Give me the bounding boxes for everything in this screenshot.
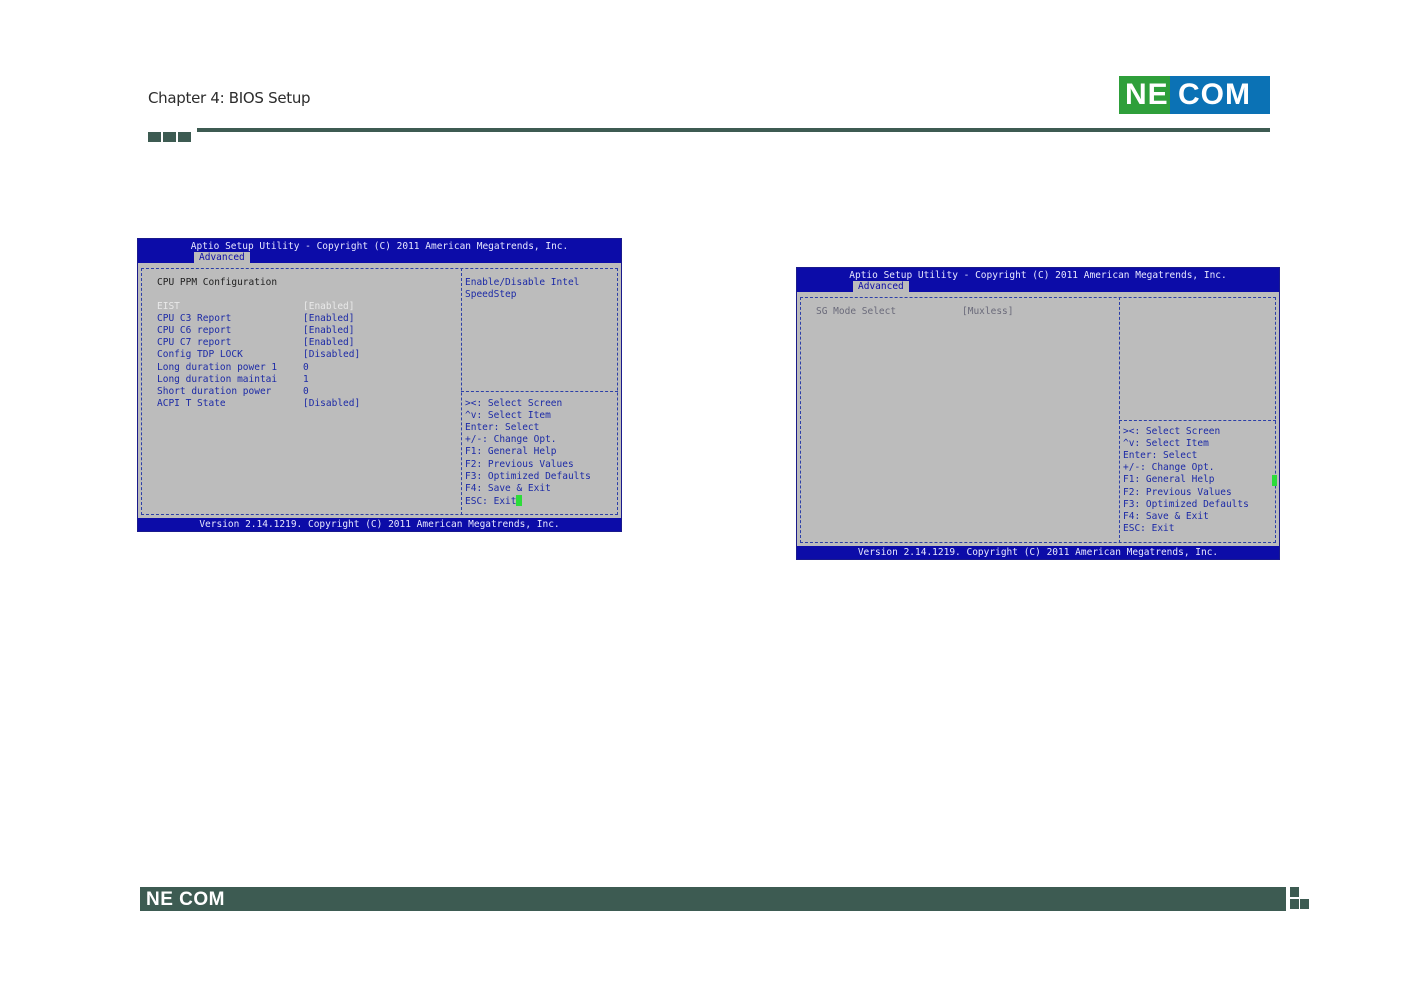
key-legend-item: F2: Previous Values <box>1123 486 1232 498</box>
setting-label[interactable]: ACPI T State <box>157 398 226 410</box>
key-legend-item: F1: General Help <box>465 446 557 458</box>
setting-label[interactable]: Long duration power 1 <box>157 362 277 374</box>
key-legend-item: F4: Save & Exit <box>465 482 551 494</box>
key-legend-item: ><: Select Screen <box>465 398 563 409</box>
key-legend-item: ><: Select Screen <box>1123 426 1221 437</box>
help-text-line: SpeedStep <box>465 289 517 300</box>
setting-value[interactable]: [Enabled] <box>303 325 354 337</box>
key-legend-item: F1: General Help <box>1123 474 1215 486</box>
chapter-title: Chapter 4: BIOS Setup <box>148 89 311 107</box>
setting-value[interactable]: [Disabled] <box>303 398 360 410</box>
setting-value[interactable]: [Enabled] <box>303 301 354 313</box>
key-legend-item: F3: Optimized Defaults <box>465 470 591 482</box>
key-legend-item: Enter: Select <box>465 422 540 434</box>
header-rule <box>197 128 1270 132</box>
help-text-line: Enable/Disable Intel <box>465 277 580 288</box>
bios-title: Aptio Setup Utility - Copyright (C) 2011… <box>849 270 1227 281</box>
setting-value[interactable]: [Enabled] <box>303 337 354 349</box>
setting-label[interactable]: CPU C6 report <box>157 325 231 337</box>
header-squares <box>148 129 193 142</box>
setting-label[interactable]: Config TDP LOCK <box>157 349 243 361</box>
bios-screen-cpu-ppm: Aptio Setup Utility - Copyright (C) 2011… <box>137 238 622 532</box>
setting-label[interactable]: SG Mode Select <box>816 306 896 318</box>
footer-band: NE COM <box>140 887 1286 911</box>
bios-version-footer: Version 2.14.1219. Copyright (C) 2011 Am… <box>138 518 621 531</box>
bios-divider-horizontal <box>1119 420 1276 421</box>
setting-value[interactable]: [Muxless] <box>962 306 1013 318</box>
key-legend-item: ^v: Select Item <box>1123 438 1209 450</box>
setting-value[interactable]: [Disabled] <box>303 349 360 361</box>
cursor-block <box>1272 475 1277 486</box>
key-legend-item: F4: Save & Exit <box>1123 510 1209 522</box>
key-legend-item: F3: Optimized Defaults <box>1123 498 1249 510</box>
bios-screen-sg-mode: Aptio Setup Utility - Copyright (C) 2011… <box>796 267 1280 560</box>
section-heading: CPU PPM Configuration <box>157 277 278 288</box>
setting-label[interactable]: Long duration maintai <box>157 374 277 386</box>
setting-label[interactable]: CPU C3 Report <box>157 313 231 325</box>
key-legend-item: +/-: Change Opt. <box>1123 462 1215 474</box>
setting-label[interactable]: Short duration power <box>157 386 271 398</box>
key-legend-item: ESC: Exit <box>1123 522 1175 534</box>
setting-value[interactable]: 0 <box>303 362 309 374</box>
key-legend-item: F2: Previous Values <box>465 458 574 470</box>
setting-value[interactable]: 0 <box>303 386 309 398</box>
setting-label[interactable]: EIST <box>157 301 180 313</box>
tab-advanced[interactable]: Advanced <box>194 252 250 263</box>
bios-title: Aptio Setup Utility - Copyright (C) 2011… <box>190 241 569 252</box>
logo-text: NE COM <box>1125 78 1251 111</box>
footer-logo: NE COM <box>146 889 225 910</box>
key-legend-item: ^v: Select Item <box>465 410 551 422</box>
cursor-block <box>516 494 523 506</box>
tab-advanced[interactable]: Advanced <box>853 281 909 292</box>
key-legend-item: +/-: Change Opt. <box>465 434 557 446</box>
setting-value[interactable]: [Enabled] <box>303 313 354 325</box>
setting-value[interactable]: 1 <box>303 374 309 386</box>
nexcom-logo: NE COM <box>1119 76 1270 114</box>
key-legend-item: Enter: Select <box>1123 450 1198 462</box>
bios-version-footer: Version 2.14.1219. Copyright (C) 2011 Am… <box>797 546 1279 559</box>
setting-label[interactable]: CPU C7 report <box>157 337 231 349</box>
bios-divider-horizontal <box>461 391 618 392</box>
key-legend-item: ESC: Exit <box>465 494 523 508</box>
